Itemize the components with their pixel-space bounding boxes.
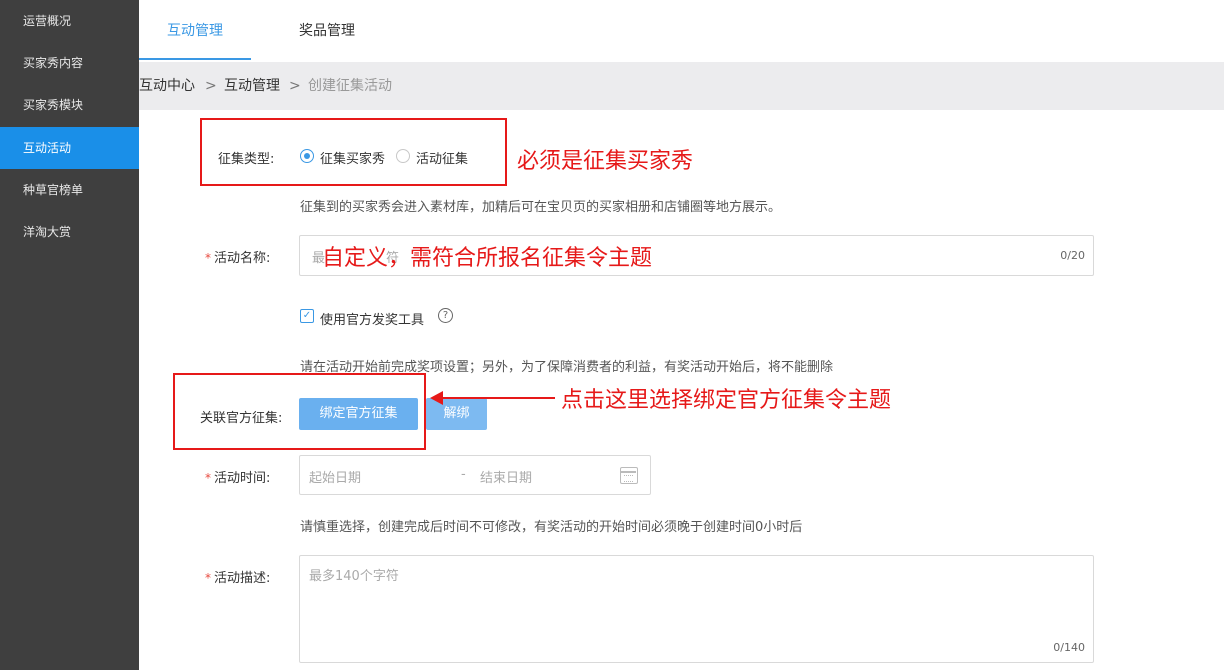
end-date-input[interactable]: 结束日期 <box>480 467 532 486</box>
official-tool-label[interactable]: 使用官方发奖工具 <box>320 309 424 328</box>
activity-desc-label: * 活动描述: <box>205 567 270 586</box>
annotation-activity-name: 自定义，需符合所报名征集令主题 <box>322 246 653 271</box>
breadcrumb-interaction-management[interactable]: 互动管理 <box>224 62 280 110</box>
required-mark: * <box>205 571 211 585</box>
breadcrumb-separator: > <box>289 78 301 94</box>
annotation-box-bind <box>173 373 426 450</box>
start-date-input[interactable]: 起始日期 <box>309 467 361 486</box>
collect-type-hint: 征集到的买家秀会进入素材库，加精后可在宝贝页的买家相册和店铺圈等地方展示。 <box>300 200 782 215</box>
sidebar-item-overview[interactable]: 运营概况 <box>0 0 139 42</box>
breadcrumb-separator: > <box>205 78 217 94</box>
calendar-icon[interactable] <box>620 467 638 484</box>
activity-time-range-picker[interactable]: 起始日期 - 结束日期 <box>299 455 651 495</box>
top-tabs: 互动管理 奖品管理 <box>139 0 1224 60</box>
breadcrumb-create-collection: 创建征集活动 <box>308 78 392 94</box>
annotation-bind: 点击这里选择绑定官方征集令主题 <box>561 388 892 413</box>
official-tool-checkbox[interactable]: ✓ <box>300 309 314 323</box>
sidebar-item-yangtao-awards[interactable]: 洋淘大赏 <box>0 211 139 253</box>
activity-time-label: * 活动时间: <box>205 467 270 486</box>
activity-desc-placeholder: 最多140个字符 <box>309 569 399 584</box>
help-icon[interactable]: ? <box>438 308 453 323</box>
activity-name-label: * 活动名称: <box>205 247 270 266</box>
activity-desc-counter: 0/140 <box>1053 641 1085 654</box>
activity-time-hint: 请慎重选择，创建完成后时间不可修改，有奖活动的开始时间必须晚于创建时间0小时后 <box>300 520 803 535</box>
tab-interaction-management[interactable]: 互动管理 <box>167 0 223 60</box>
tab-prize-management[interactable]: 奖品管理 <box>299 0 355 60</box>
required-mark: * <box>205 471 211 485</box>
annotation-box-collect-type <box>200 118 507 186</box>
activity-name-label-text: 活动名称: <box>214 251 271 266</box>
sidebar: 运营概况 买家秀内容 买家秀模块 互动活动 种草官榜单 洋淘大赏 <box>0 0 139 670</box>
breadcrumb: 互动中心 > 互动管理 > 创建征集活动 <box>139 62 1224 110</box>
sidebar-item-buyer-show-content[interactable]: 买家秀内容 <box>0 42 139 84</box>
sidebar-item-ranking[interactable]: 种草官榜单 <box>0 169 139 211</box>
sidebar-item-buyer-show-module[interactable]: 买家秀模块 <box>0 84 139 126</box>
activity-desc-label-text: 活动描述: <box>214 571 271 586</box>
required-mark: * <box>205 251 211 265</box>
sidebar-item-interactive-activity[interactable]: 互动活动 <box>0 127 139 169</box>
date-range-separator: - <box>461 467 466 482</box>
activity-name-counter: 0/20 <box>1060 249 1085 262</box>
breadcrumb-interaction-center[interactable]: 互动中心 <box>139 62 195 110</box>
activity-desc-textarea[interactable]: 最多140个字符 0/140 <box>299 555 1094 663</box>
activity-time-label-text: 活动时间: <box>214 471 271 486</box>
annotation-arrow-line <box>441 397 555 399</box>
annotation-collect-type: 必须是征集买家秀 <box>517 149 694 174</box>
active-tab-indicator <box>139 58 251 60</box>
